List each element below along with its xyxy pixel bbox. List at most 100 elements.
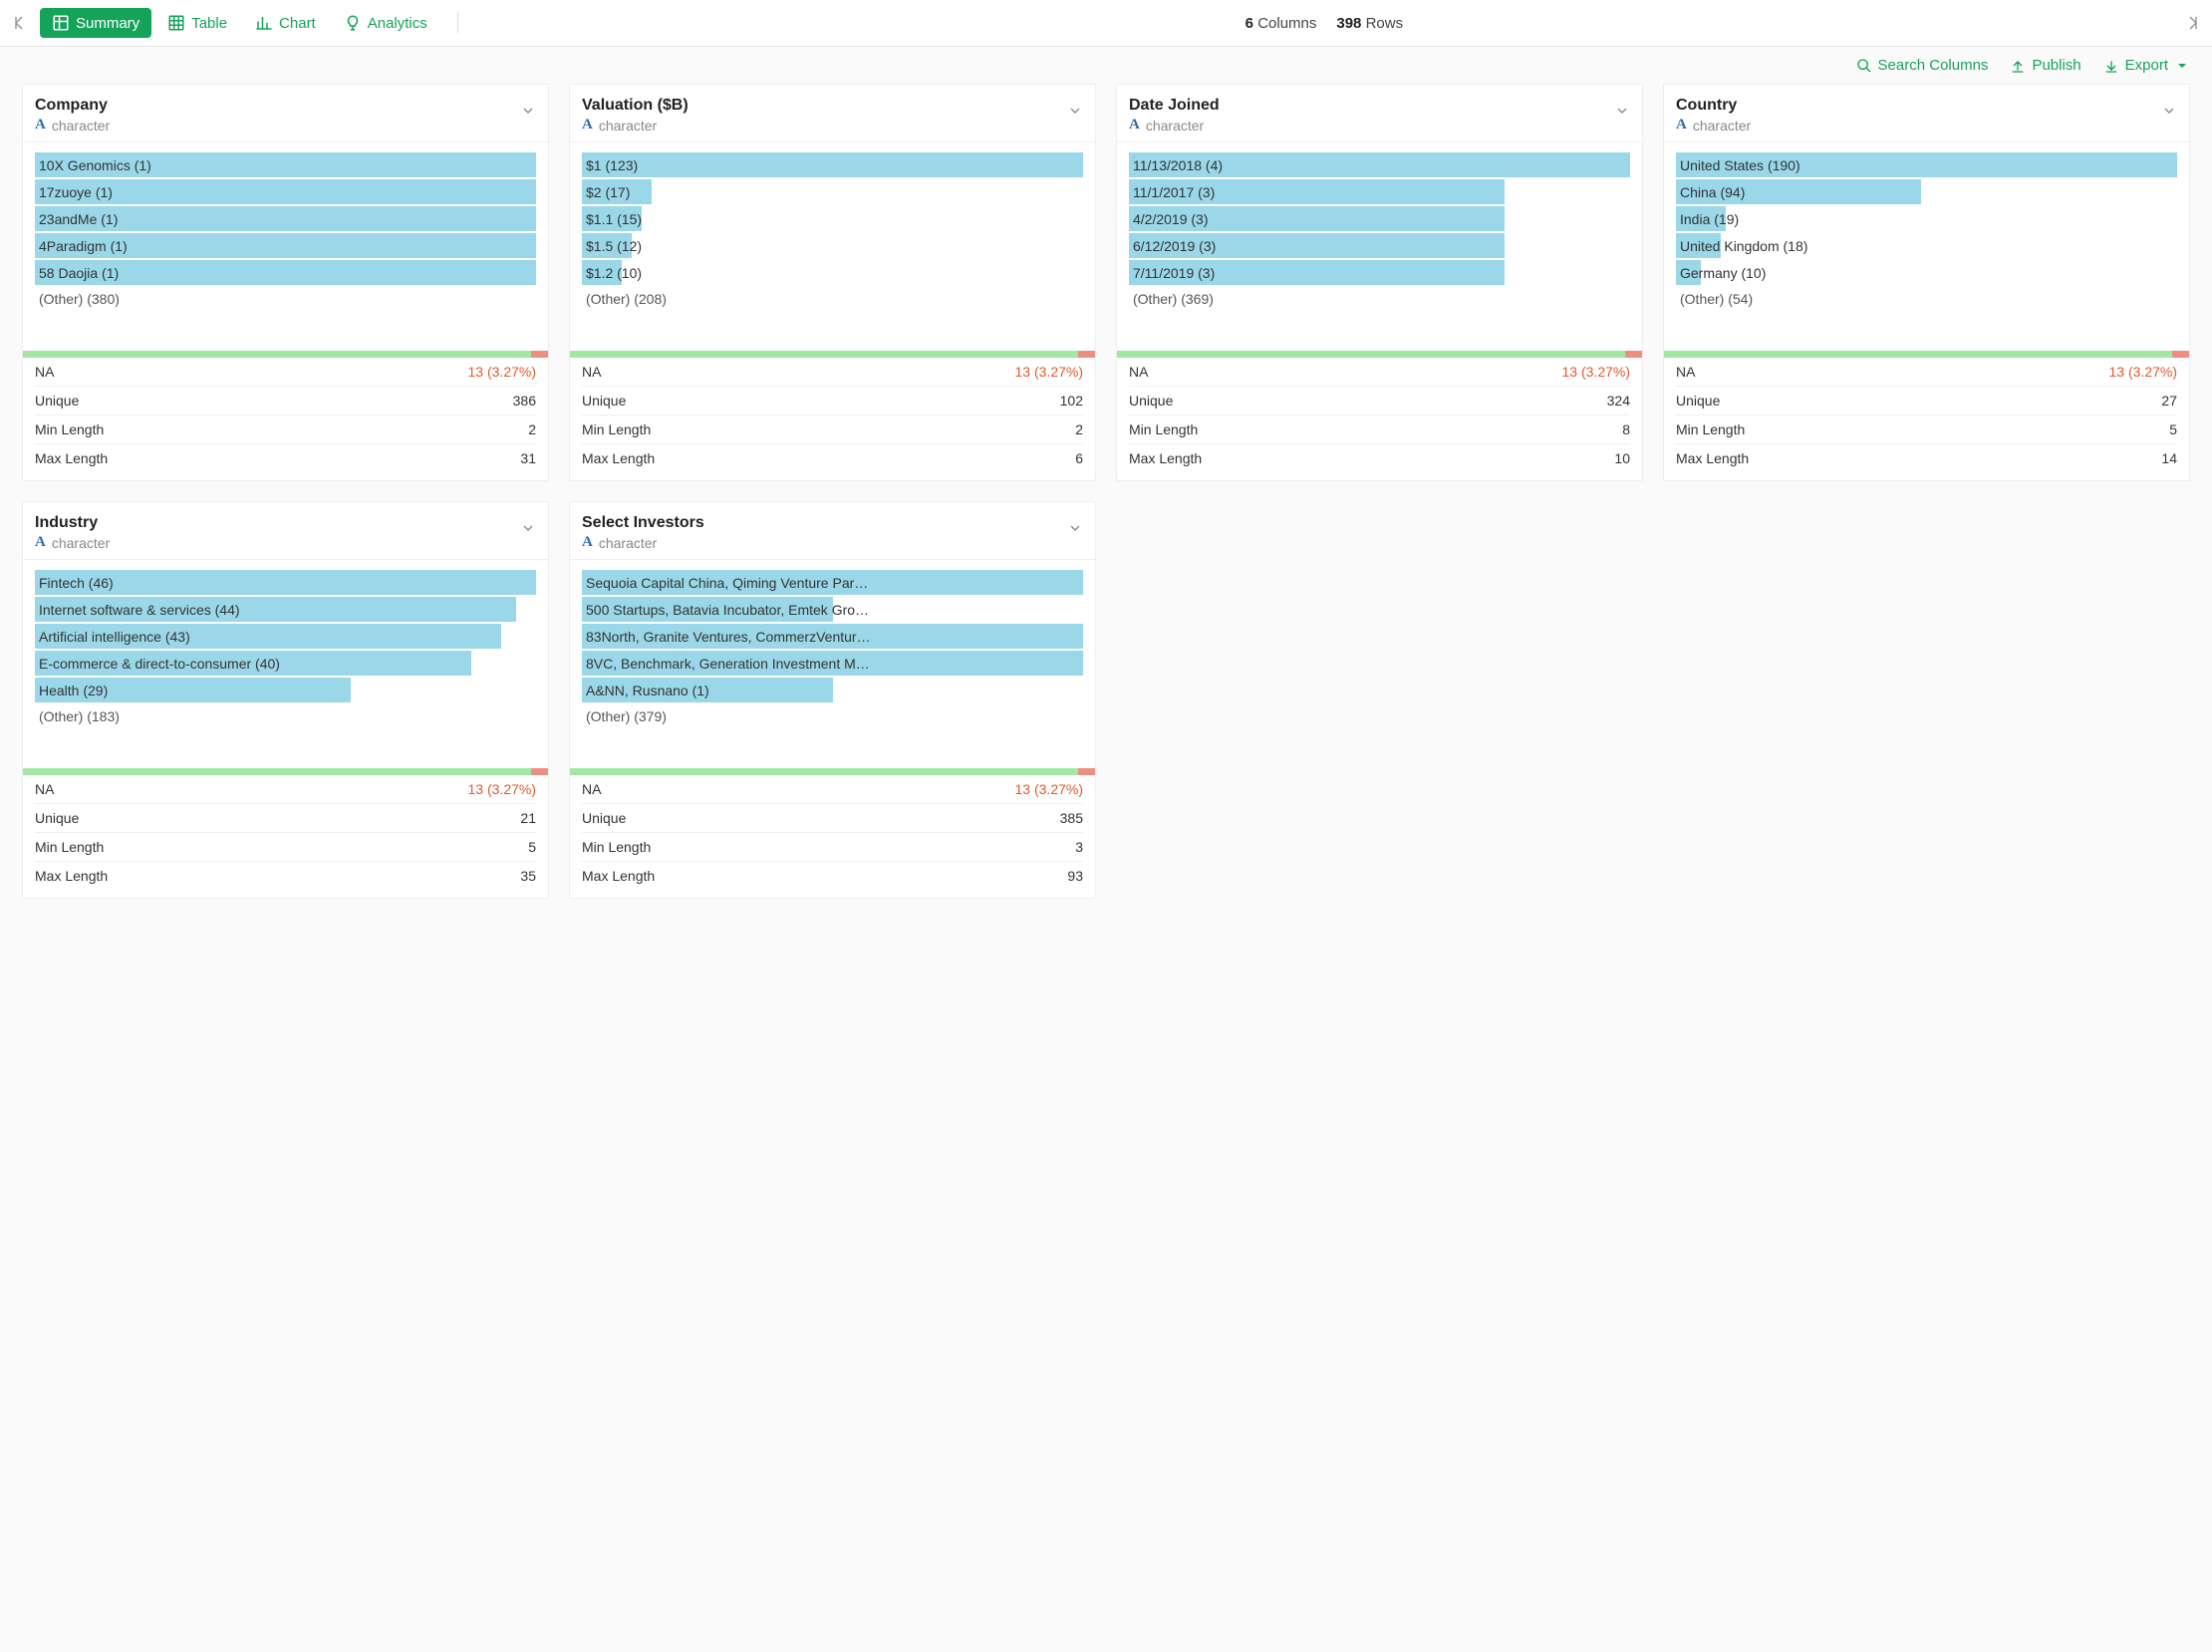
chevron-down-icon[interactable] bbox=[520, 514, 536, 539]
stat-label: Unique bbox=[1676, 393, 1720, 409]
bar-label: 4/2/2019 (3) bbox=[1129, 211, 1630, 227]
value-bar-row[interactable]: 58 Daojia (1) bbox=[35, 260, 536, 285]
bar-label: $1.2 (10) bbox=[582, 265, 1083, 281]
value-bar-row[interactable]: Internet software & services (44) bbox=[35, 597, 536, 622]
value-bar-row[interactable]: India (19) bbox=[1676, 206, 2177, 231]
bar-label: 23andMe (1) bbox=[35, 211, 536, 227]
column-stats: NA13 (3.27%)Unique27Min Length5Max Lengt… bbox=[1664, 358, 2189, 472]
publish-action[interactable]: Publish bbox=[2010, 57, 2080, 74]
value-bar-row[interactable]: 4Paradigm (1) bbox=[35, 233, 536, 258]
na-proportion-bar bbox=[570, 768, 1095, 775]
value-bar-row[interactable]: Germany (10) bbox=[1676, 260, 2177, 285]
value-bar-row[interactable]: 6/12/2019 (3) bbox=[1129, 233, 1630, 258]
stat-value: 3 bbox=[1075, 839, 1083, 855]
value-bar-row[interactable]: Fintech (46) bbox=[35, 570, 536, 595]
value-bar-row[interactable]: Artificial intelligence (43) bbox=[35, 624, 536, 649]
value-bar-row[interactable]: 83North, Granite Ventures, CommerzVentur… bbox=[582, 624, 1083, 649]
bar-label: China (94) bbox=[1676, 184, 2177, 200]
value-bar-row[interactable]: $1 (123) bbox=[582, 152, 1083, 177]
stat-label: Unique bbox=[35, 810, 79, 826]
tab-table[interactable]: Table bbox=[155, 8, 239, 38]
stat-row-unique: Unique385 bbox=[582, 804, 1083, 833]
bar-label: India (19) bbox=[1676, 211, 2177, 227]
value-bar-row[interactable]: 8VC, Benchmark, Generation Investment M… bbox=[582, 651, 1083, 676]
column-type: A character bbox=[35, 117, 110, 134]
column-title: Select Investors bbox=[582, 514, 704, 532]
stat-label: Unique bbox=[582, 393, 626, 409]
value-bar-row[interactable]: 10X Genomics (1) bbox=[35, 152, 536, 177]
stat-label: NA bbox=[1676, 364, 1695, 380]
nav-forward-icon[interactable] bbox=[2176, 11, 2200, 35]
separator bbox=[457, 12, 458, 34]
value-bar-row[interactable]: United Kingdom (18) bbox=[1676, 233, 2177, 258]
stat-value: 2 bbox=[528, 421, 536, 437]
stat-row-max: Max Length93 bbox=[582, 862, 1083, 890]
stat-row-na: NA13 (3.27%) bbox=[35, 358, 536, 387]
bar-label: United States (190) bbox=[1676, 157, 2177, 173]
value-bar-row[interactable]: 500 Startups, Batavia Incubator, Emtek G… bbox=[582, 597, 1083, 622]
stat-value: 13 (3.27%) bbox=[1015, 364, 1083, 380]
column-summary-card: Industry A character Fintech (46)Interne… bbox=[22, 501, 549, 899]
value-bar-row[interactable]: E-commerce & direct-to-consumer (40) bbox=[35, 651, 536, 676]
stat-row-max: Max Length14 bbox=[1676, 444, 2177, 472]
value-bar-row[interactable]: A&NN, Rusnano (1) bbox=[582, 678, 1083, 702]
stat-label: NA bbox=[1129, 364, 1148, 380]
bar-label: 500 Startups, Batavia Incubator, Emtek G… bbox=[582, 602, 1083, 618]
column-stats: NA13 (3.27%)Unique324Min Length8Max Leng… bbox=[1117, 358, 1642, 472]
column-type: A character bbox=[582, 117, 689, 134]
stat-value: 6 bbox=[1075, 450, 1083, 466]
export-action[interactable]: Export bbox=[2103, 57, 2190, 74]
other-row: (Other) (54) bbox=[1676, 287, 2177, 307]
value-bar-row[interactable]: 17zuoye (1) bbox=[35, 179, 536, 204]
value-bar-row[interactable]: China (94) bbox=[1676, 179, 2177, 204]
stat-value: 14 bbox=[2161, 450, 2177, 466]
stat-row-min: Min Length 3 bbox=[582, 833, 1083, 862]
nav-back-icon[interactable] bbox=[12, 11, 36, 35]
column-type: A character bbox=[1129, 117, 1220, 134]
chevron-down-icon[interactable] bbox=[520, 97, 536, 122]
stat-value: 93 bbox=[1067, 868, 1083, 884]
value-bar-row[interactable]: 23andMe (1) bbox=[35, 206, 536, 231]
stat-row-unique: Unique27 bbox=[1676, 387, 2177, 415]
stat-label: Max Length bbox=[1129, 450, 1202, 466]
value-bar-row[interactable]: United States (190) bbox=[1676, 152, 2177, 177]
value-bar-row[interactable]: Health (29) bbox=[35, 678, 536, 702]
type-label: character bbox=[599, 535, 657, 551]
stat-label: Min Length bbox=[582, 421, 651, 437]
column-summary-card: Company A character 10X Genomics (1)17zu… bbox=[22, 84, 549, 481]
actions-bar: Search Columns Publish Export bbox=[0, 47, 2212, 84]
bar-label: 83North, Granite Ventures, CommerzVentur… bbox=[582, 629, 1083, 645]
value-bar-row[interactable]: 4/2/2019 (3) bbox=[1129, 206, 1630, 231]
character-type-icon: A bbox=[35, 534, 46, 551]
value-bar-row[interactable]: 7/11/2019 (3) bbox=[1129, 260, 1630, 285]
na-proportion-bar bbox=[1664, 351, 2189, 358]
chevron-down-icon[interactable] bbox=[1614, 97, 1630, 122]
tab-analytics[interactable]: Analytics bbox=[332, 8, 439, 38]
tab-summary[interactable]: Summary bbox=[40, 8, 151, 38]
value-bar-row[interactable]: $1.1 (15) bbox=[582, 206, 1083, 231]
search-columns-action[interactable]: Search Columns bbox=[1856, 57, 1989, 74]
value-bar-row[interactable]: $1.2 (10) bbox=[582, 260, 1083, 285]
bar-label: 58 Daojia (1) bbox=[35, 265, 536, 281]
stat-label: NA bbox=[35, 364, 54, 380]
value-bar-row[interactable]: 11/1/2017 (3) bbox=[1129, 179, 1630, 204]
stat-label: Min Length bbox=[582, 839, 651, 855]
stat-value: 21 bbox=[520, 810, 536, 826]
value-bar-row[interactable]: $1.5 (12) bbox=[582, 233, 1083, 258]
column-stats: NA13 (3.27%)Unique385Min Length3Max Leng… bbox=[570, 775, 1095, 890]
chevron-down-icon[interactable] bbox=[1067, 514, 1083, 539]
tab-chart[interactable]: Chart bbox=[243, 8, 328, 38]
bar-label: Germany (10) bbox=[1676, 265, 2177, 281]
chevron-down-icon[interactable] bbox=[2161, 97, 2177, 122]
bar-label: Health (29) bbox=[35, 683, 536, 698]
value-bar-row[interactable]: Sequoia Capital China, Qiming Venture Pa… bbox=[582, 570, 1083, 595]
bar-label: $1 (123) bbox=[582, 157, 1083, 173]
value-bar-row[interactable]: $2 (17) bbox=[582, 179, 1083, 204]
column-type: A character bbox=[582, 534, 704, 551]
value-bars: Fintech (46)Internet software & services… bbox=[23, 560, 548, 728]
chevron-down-icon[interactable] bbox=[1067, 97, 1083, 122]
other-row: (Other) (379) bbox=[582, 704, 1083, 724]
upload-icon bbox=[2010, 58, 2026, 74]
value-bar-row[interactable]: 11/13/2018 (4) bbox=[1129, 152, 1630, 177]
stat-row-unique: Unique386 bbox=[35, 387, 536, 415]
